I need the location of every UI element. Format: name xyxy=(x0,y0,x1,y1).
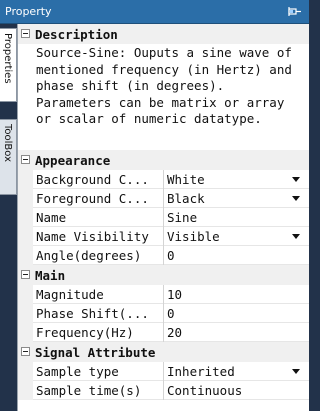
collapse-toggle-icon[interactable] xyxy=(21,29,30,38)
dropdown-arrow-icon[interactable] xyxy=(292,369,300,374)
column-divider[interactable] xyxy=(163,170,164,189)
column-divider[interactable] xyxy=(163,323,164,342)
property-name: Magnitude xyxy=(36,287,104,302)
property-name: Phase Shift(... xyxy=(36,306,149,321)
row-gutter xyxy=(18,246,33,265)
tab-toolbox-label: ToolBox xyxy=(2,124,13,163)
property-row-sample-type[interactable]: Sample type Inherited xyxy=(18,362,309,381)
property-name: Sample time(s) xyxy=(36,383,142,398)
property-name: Angle(degrees) xyxy=(36,248,142,263)
property-value[interactable]: 10 xyxy=(167,287,182,302)
collapse-toggle-icon[interactable] xyxy=(21,270,30,279)
column-divider[interactable] xyxy=(163,246,164,265)
collapse-toggle-icon[interactable] xyxy=(21,155,30,164)
category-label: Signal Attribute xyxy=(35,345,156,360)
property-value[interactable]: 0 xyxy=(167,248,175,263)
row-gutter xyxy=(18,381,33,400)
column-divider[interactable] xyxy=(163,362,164,381)
row-gutter xyxy=(18,362,33,381)
category-main[interactable]: Main xyxy=(18,265,309,285)
property-row-frequency[interactable]: Frequency(Hz) 20 xyxy=(18,323,309,342)
dropdown-arrow-icon[interactable] xyxy=(292,196,300,201)
property-value[interactable]: White xyxy=(167,172,205,187)
property-value[interactable]: 0 xyxy=(167,306,175,321)
row-gutter xyxy=(18,285,33,304)
collapse-toggle-icon[interactable] xyxy=(21,347,30,356)
column-divider[interactable] xyxy=(163,227,164,246)
property-name: Frequency(Hz) xyxy=(36,325,134,340)
tab-properties[interactable]: Properties xyxy=(0,28,17,102)
property-value[interactable]: Visible xyxy=(167,229,220,244)
description-text: Source-Sine: Ouputs a sine wave of menti… xyxy=(18,44,309,150)
property-name: Background C... xyxy=(36,172,149,187)
pin-icon[interactable] xyxy=(288,5,302,18)
category-label: Appearance xyxy=(35,153,111,168)
property-row-foreground-color[interactable]: Foreground C... Black xyxy=(18,189,309,208)
property-name: Foreground C... xyxy=(36,191,149,206)
property-name: Name Visibility xyxy=(36,229,149,244)
dropdown-arrow-icon[interactable] xyxy=(292,177,300,182)
property-value[interactable]: Continuous xyxy=(167,383,242,398)
column-divider[interactable] xyxy=(163,285,164,304)
property-value[interactable]: Black xyxy=(167,191,205,206)
category-signal-attribute[interactable]: Signal Attribute xyxy=(18,342,309,362)
property-value[interactable]: 20 xyxy=(167,325,182,340)
column-divider[interactable] xyxy=(163,304,164,323)
property-row-phase-shift[interactable]: Phase Shift(... 0 xyxy=(18,304,309,323)
column-divider[interactable] xyxy=(163,189,164,208)
category-appearance[interactable]: Appearance xyxy=(18,150,309,170)
property-grid: Description Source-Sine: Ouputs a sine w… xyxy=(17,24,309,411)
property-row-angle[interactable]: Angle(degrees) 0 xyxy=(18,246,309,265)
property-name: Name xyxy=(36,210,67,225)
property-row-background-color[interactable]: Background C... White xyxy=(18,170,309,189)
row-gutter xyxy=(18,323,33,342)
category-label: Description xyxy=(35,27,118,42)
category-label: Main xyxy=(35,268,66,283)
property-row-magnitude[interactable]: Magnitude 10 xyxy=(18,285,309,304)
tab-toolbox[interactable]: ToolBox xyxy=(0,119,17,195)
property-value[interactable]: Inherited xyxy=(167,364,235,379)
tab-properties-label: Properties xyxy=(2,33,13,84)
panel-title: Property xyxy=(5,5,52,18)
property-value[interactable]: Sine xyxy=(167,210,197,225)
property-row-sample-time[interactable]: Sample time(s) Continuous xyxy=(18,381,309,400)
category-description[interactable]: Description xyxy=(18,24,309,44)
property-row-name[interactable]: Name Sine xyxy=(18,208,309,227)
row-gutter xyxy=(18,208,33,227)
property-row-name-visibility[interactable]: Name Visibility Visible xyxy=(18,227,309,246)
column-divider[interactable] xyxy=(163,208,164,227)
panel-title-bar: Property xyxy=(0,0,309,24)
dropdown-arrow-icon[interactable] xyxy=(292,234,300,239)
side-tab-strip: Properties ToolBox xyxy=(0,24,17,411)
row-gutter xyxy=(18,304,33,323)
row-gutter xyxy=(18,227,33,246)
column-divider[interactable] xyxy=(163,381,164,400)
row-gutter xyxy=(18,170,33,189)
row-gutter xyxy=(18,189,33,208)
property-name: Sample type xyxy=(36,364,119,379)
